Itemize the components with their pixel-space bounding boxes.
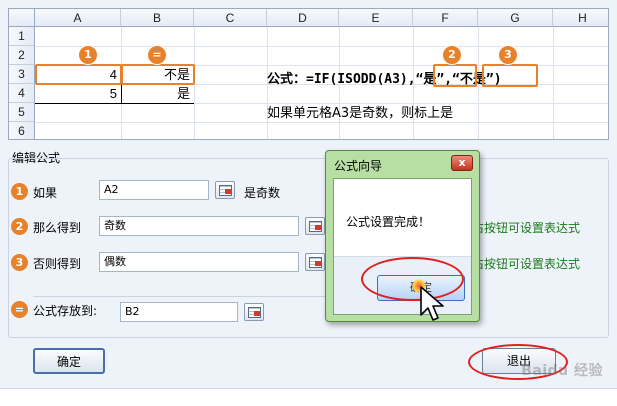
highlight-box-a3	[35, 64, 122, 85]
row-header-3[interactable]: 3	[9, 65, 35, 84]
range-picker-icon[interactable]	[305, 217, 325, 235]
highlight-box-arg-true	[433, 64, 477, 87]
column-header-f[interactable]: F	[413, 9, 478, 27]
row-header-5[interactable]: 5	[9, 103, 35, 122]
highlight-ellipse-ok	[361, 257, 464, 301]
cell-b4[interactable]: 是	[121, 85, 194, 103]
step-badge-equals: =	[148, 46, 166, 64]
condition-label: 如果	[33, 186, 58, 200]
column-header-g[interactable]: G	[478, 9, 553, 27]
bottom-strip	[0, 388, 617, 406]
row-badge-equals: =	[11, 301, 28, 318]
false-value-label: 否则得到	[33, 257, 82, 271]
dialog-title: 公式向导	[334, 159, 383, 173]
row-header-1[interactable]: 1	[9, 27, 35, 46]
close-icon[interactable]: x	[451, 155, 473, 171]
true-value-label: 那么得到	[33, 221, 82, 235]
cell-border	[35, 103, 194, 104]
step-badge-3: 3	[499, 46, 517, 64]
false-value-hint: 右按钮可设置表达式	[472, 257, 581, 271]
column-header-h[interactable]: H	[553, 9, 608, 27]
spreadsheet-grid[interactable]: A B C D E F G H 1 2 3 4 5 6 4 不是 5 是 1 =…	[8, 8, 609, 140]
mouse-cursor-icon	[420, 286, 444, 321]
select-all-corner[interactable]	[9, 9, 35, 27]
column-header-d[interactable]: D	[267, 9, 339, 27]
false-value-input[interactable]: 偶数	[99, 252, 299, 272]
row-header-6[interactable]: 6	[9, 122, 35, 139]
formula-explanation: 如果单元格A3是奇数，则标上是	[267, 106, 454, 121]
dialog-message: 公式设置完成！	[346, 215, 431, 229]
highlight-box-arg-false	[482, 64, 538, 87]
column-header-b[interactable]: B	[121, 9, 194, 27]
step-badge-1: 1	[79, 46, 97, 64]
watermark: Baidu 经验	[521, 363, 603, 379]
condition-suffix: 是奇数	[244, 186, 281, 200]
row-header-2[interactable]: 2	[9, 46, 35, 65]
grid-line	[35, 46, 608, 47]
formula-prefix: 公式：=IF(ISODD(A3),	[267, 72, 416, 87]
row-badge-3: 3	[11, 254, 28, 271]
range-picker-icon[interactable]	[244, 303, 264, 321]
range-picker-icon[interactable]	[305, 253, 325, 271]
column-header-a[interactable]: A	[35, 9, 121, 27]
true-value-hint: 右按钮可设置表达式	[472, 221, 581, 235]
cell-border	[121, 84, 122, 103]
column-header-e[interactable]: E	[339, 9, 413, 27]
confirm-button[interactable]: 确定	[33, 348, 105, 374]
step-badge-2: 2	[443, 46, 461, 64]
range-picker-icon[interactable]	[215, 181, 235, 199]
grid-line	[35, 122, 608, 123]
output-cell-input[interactable]: B2	[120, 302, 238, 322]
row-badge-2: 2	[11, 218, 28, 235]
column-header-c[interactable]: C	[194, 9, 267, 27]
cell-a4[interactable]: 5	[35, 85, 121, 103]
condition-input[interactable]: A2	[99, 180, 209, 200]
true-value-input[interactable]: 奇数	[99, 216, 299, 236]
output-cell-label: 公式存放到:	[33, 304, 98, 318]
row-badge-1: 1	[11, 183, 28, 200]
row-header-4[interactable]: 4	[9, 84, 35, 103]
highlight-box-b3	[121, 64, 195, 85]
